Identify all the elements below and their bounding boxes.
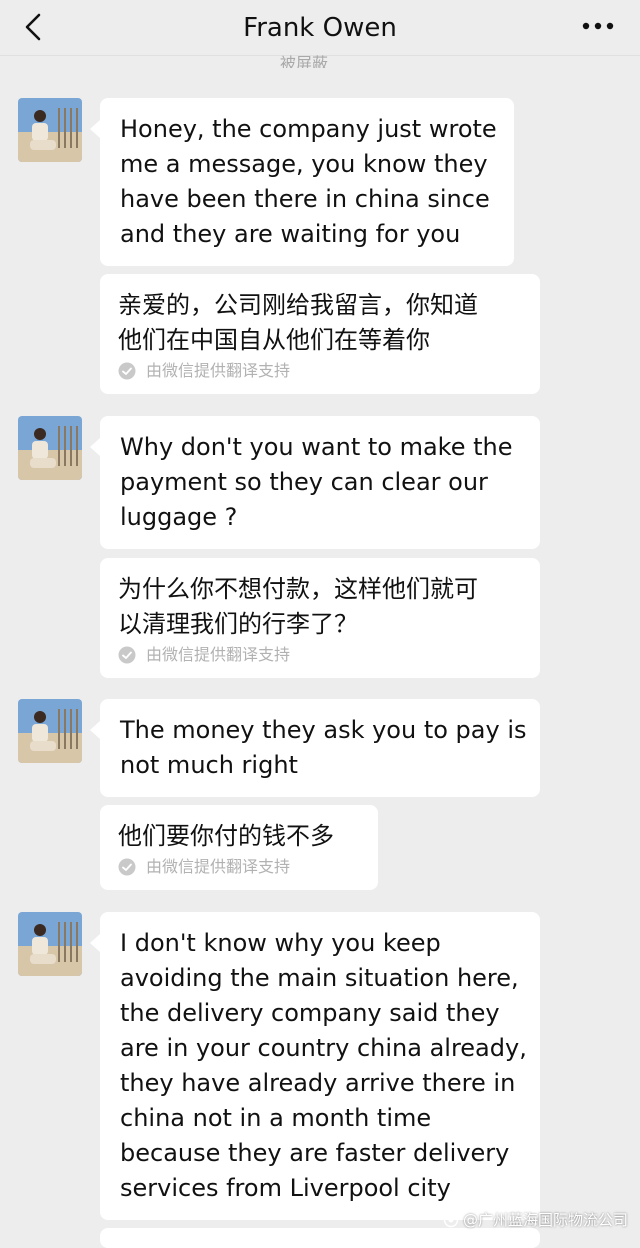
message-line: they have already arrive there in	[120, 1066, 520, 1101]
system-notice: 被屏蔽	[280, 50, 380, 68]
message-line: avoiding the main situation here,	[120, 961, 520, 996]
message-line: because they are faster delivery	[120, 1136, 520, 1171]
avatar[interactable]	[18, 98, 82, 162]
avatar-photo	[18, 98, 82, 162]
watermark: @广州蓝海国际物流公司	[443, 1209, 628, 1230]
check-circle-icon	[118, 646, 136, 664]
message-line: I don't know why you keep	[120, 926, 520, 961]
message-line: Honey, the company just wrote	[120, 112, 494, 147]
incoming-message-bubble[interactable]: I don't know why you keep avoiding the m…	[100, 912, 540, 1220]
watermark-icon	[443, 1212, 459, 1228]
avatar[interactable]	[18, 912, 82, 976]
partial-message-bubble[interactable]	[100, 1228, 540, 1248]
message-line: have been there in china since	[120, 182, 494, 217]
avatar[interactable]	[18, 416, 82, 480]
translation-credit-text: 由微信提供翻译支持	[146, 360, 290, 382]
chat-header: Frank Owen	[0, 0, 640, 56]
more-dots-icon	[582, 22, 614, 30]
watermark-text: @广州蓝海国际物流公司	[463, 1209, 628, 1230]
incoming-message-bubble[interactable]: Why don't you want to make the payment s…	[100, 416, 540, 549]
translation-line: 以清理我们的行李了？	[118, 607, 522, 642]
message-line: are in your country china already,	[120, 1031, 520, 1066]
translation-credit: 由微信提供翻译支持	[118, 360, 522, 382]
avatar-photo	[18, 912, 82, 976]
translation-credit-text: 由微信提供翻译支持	[146, 644, 290, 666]
message-line: china not in a month time	[120, 1101, 520, 1136]
translation-line: 亲爱的，公司刚给我留言，你知道	[118, 288, 522, 323]
avatar-photo	[18, 416, 82, 480]
translation-credit-text: 由微信提供翻译支持	[146, 856, 290, 878]
chat-title: Frank Owen	[243, 13, 397, 43]
check-circle-icon	[118, 858, 136, 876]
translation-line: 他们要你付的钱不多	[118, 819, 360, 854]
chevron-left-icon	[22, 12, 44, 42]
message-line: The money they ask you to pay is	[120, 713, 520, 748]
more-options-button[interactable]	[578, 14, 618, 38]
message-line: and they are waiting for you	[120, 217, 494, 252]
translation-bubble[interactable]: 亲爱的，公司刚给我留言，你知道 他们在中国自从他们在等着你 由微信提供翻译支持	[100, 274, 540, 394]
translation-bubble[interactable]: 为什么你不想付款，这样他们就可 以清理我们的行李了？ 由微信提供翻译支持	[100, 558, 540, 678]
avatar[interactable]	[18, 699, 82, 763]
message-line: luggage ?	[120, 500, 520, 535]
message-line: services from Liverpool city	[120, 1171, 520, 1206]
message-line: not much right	[120, 748, 520, 783]
message-line: payment so they can clear our	[120, 465, 520, 500]
message-line: me a message, you know they	[120, 147, 494, 182]
translation-bubble[interactable]: 他们要你付的钱不多 由微信提供翻译支持	[100, 805, 378, 890]
translation-line: 他们在中国自从他们在等着你	[118, 323, 522, 358]
incoming-message-bubble[interactable]: The money they ask you to pay is not muc…	[100, 699, 540, 797]
translation-credit: 由微信提供翻译支持	[118, 644, 522, 666]
translation-credit: 由微信提供翻译支持	[118, 856, 360, 878]
translation-line: 为什么你不想付款，这样他们就可	[118, 572, 522, 607]
avatar-photo	[18, 699, 82, 763]
message-line: Why don't you want to make the	[120, 430, 520, 465]
message-line: the delivery company said they	[120, 996, 520, 1031]
check-circle-icon	[118, 362, 136, 380]
incoming-message-bubble[interactable]: Honey, the company just wrote me a messa…	[100, 98, 514, 266]
back-button[interactable]	[16, 10, 50, 44]
